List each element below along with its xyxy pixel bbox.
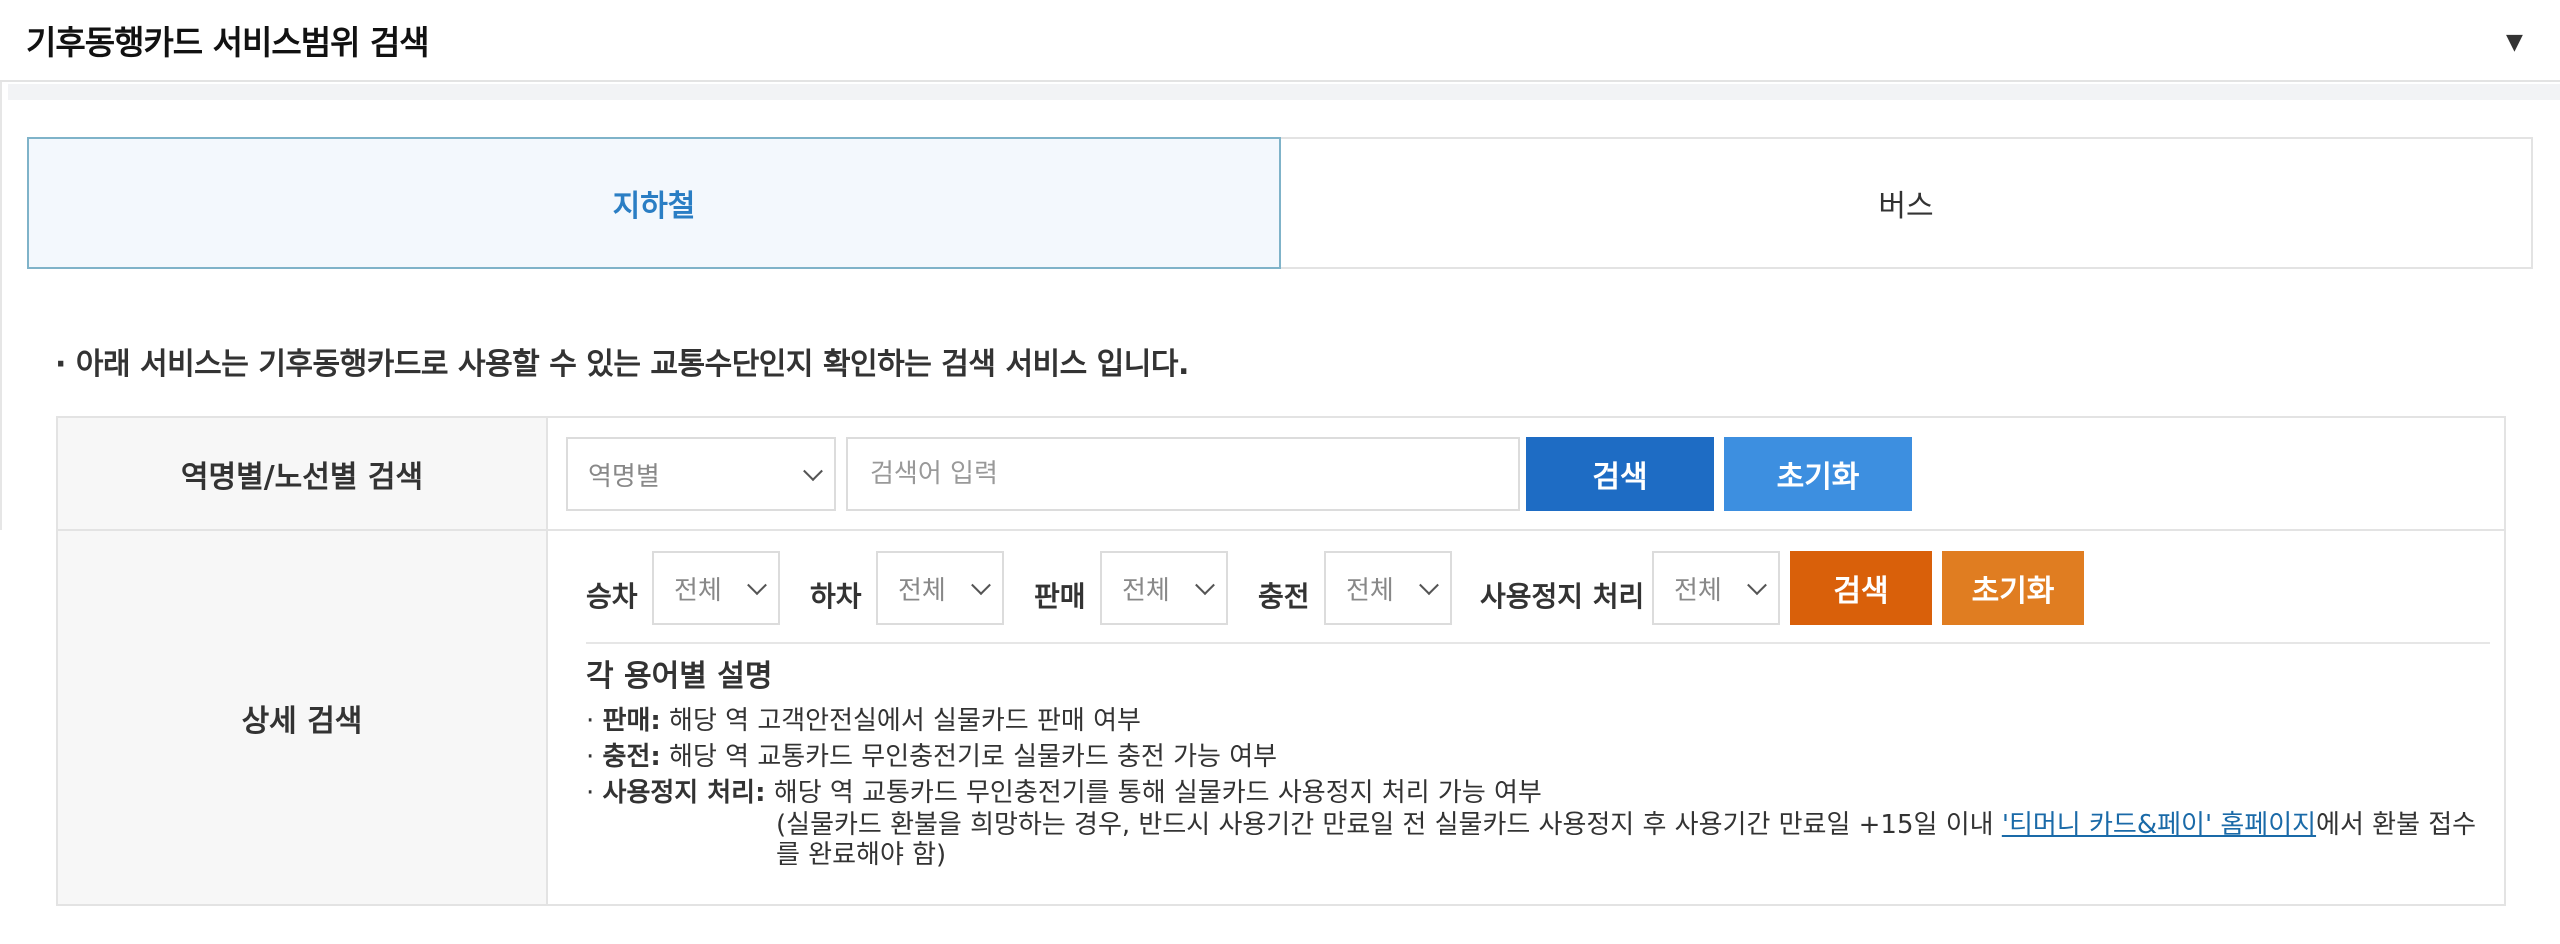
section-header[interactable]: 기후동행카드 서비스범위 검색 ▼: [0, 0, 2560, 82]
filter-label-boarding: 승차: [586, 580, 638, 613]
collapse-caret-icon[interactable]: ▼: [2506, 30, 2523, 55]
glossary-term: 사용정지 처리:: [602, 778, 766, 808]
glossary-desc: 해당 역 교통카드 무인충전기를 통해 실물카드 사용정지 처리 가능 여부: [765, 778, 1542, 808]
basic-search-button[interactable]: 검색: [1526, 437, 1714, 511]
filter-label-suspension: 사용정지 처리: [1480, 580, 1645, 613]
search-panel: 역명별/노선별 검색 역명별 검색 초기화 상세 검색 승차 전체 하차 전체 …: [56, 416, 2506, 906]
tmoney-homepage-link[interactable]: '티머니 카드&페이' 홈페이지: [2002, 810, 2316, 840]
glossary-term: 판매:: [602, 706, 661, 736]
search-type-value: 역명별: [588, 461, 660, 492]
chevron-down-icon: [1747, 575, 1767, 596]
tab-subway[interactable]: 지하철: [27, 137, 1281, 269]
transport-tabs: 지하철 버스: [27, 137, 2533, 269]
filter-charge-value: 전체: [1346, 575, 1394, 606]
detail-search-button[interactable]: 검색: [1790, 551, 1932, 625]
intro-text: · 아래 서비스는 기후동행카드로 사용할 수 있는 교통수단인지 확인하는 검…: [55, 347, 1189, 382]
chevron-down-icon: [971, 575, 991, 596]
filter-divider: [586, 642, 2490, 644]
filter-charge-select[interactable]: 전체: [1324, 551, 1452, 625]
filter-suspension-select[interactable]: 전체: [1652, 551, 1780, 625]
glossary-bullet: ·: [586, 778, 603, 808]
refund-note-before: (실물카드 환불을 희망하는 경우, 반드시 사용기간 만료일 전 실물카드 사…: [776, 810, 2002, 840]
detail-reset-button[interactable]: 초기화: [1942, 551, 2084, 625]
filter-boarding-value: 전체: [674, 575, 722, 606]
chevron-down-icon: [747, 575, 767, 596]
search-type-select[interactable]: 역명별: [566, 437, 836, 511]
filter-alighting-value: 전체: [898, 575, 946, 606]
filter-suspension-value: 전체: [1674, 575, 1722, 606]
glossary-desc: 해당 역 교통카드 무인충전기로 실물카드 충전 가능 여부: [660, 742, 1278, 772]
chevron-down-icon: [1419, 575, 1439, 596]
glossary-bullet: ·: [586, 706, 603, 736]
tab-bus[interactable]: 버스: [1281, 137, 2533, 269]
header-divider-band: [8, 84, 2560, 100]
filter-label-alighting: 하차: [810, 580, 862, 613]
chevron-down-icon: [803, 461, 823, 482]
filter-alighting-select[interactable]: 전체: [876, 551, 1004, 625]
basic-search-label: 역명별/노선별 검색: [58, 418, 548, 531]
basic-reset-button[interactable]: 초기화: [1724, 437, 1912, 511]
filter-label-charge: 충전: [1258, 580, 1310, 613]
filter-label-sale: 판매: [1034, 580, 1086, 613]
glossary-item-sale: · 판매: 해당 역 고객안전실에서 실물카드 판매 여부: [586, 706, 1141, 736]
row-divider: [548, 529, 2504, 531]
filter-sale-value: 전체: [1122, 575, 1170, 606]
refund-note: (실물카드 환불을 희망하는 경우, 반드시 사용기간 만료일 전 실물카드 사…: [776, 810, 2496, 870]
glossary-desc: 해당 역 고객안전실에서 실물카드 판매 여부: [660, 706, 1141, 736]
glossary-term: 충전:: [602, 742, 661, 772]
filter-sale-select[interactable]: 전체: [1100, 551, 1228, 625]
glossary-title: 각 용어별 설명: [586, 659, 773, 694]
section-title: 기후동행카드 서비스범위 검색: [26, 23, 430, 62]
left-border-line: [0, 82, 2, 530]
glossary-bullet: ·: [586, 742, 603, 772]
filter-boarding-select[interactable]: 전체: [652, 551, 780, 625]
detail-search-label: 상세 검색: [58, 531, 548, 904]
glossary-item-suspension: · 사용정지 처리: 해당 역 교통카드 무인충전기를 통해 실물카드 사용정지…: [586, 778, 1542, 808]
chevron-down-icon: [1195, 575, 1215, 596]
glossary-item-charge: · 충전: 해당 역 교통카드 무인충전기로 실물카드 충전 가능 여부: [586, 742, 1277, 772]
search-keyword-input[interactable]: [846, 437, 1520, 511]
